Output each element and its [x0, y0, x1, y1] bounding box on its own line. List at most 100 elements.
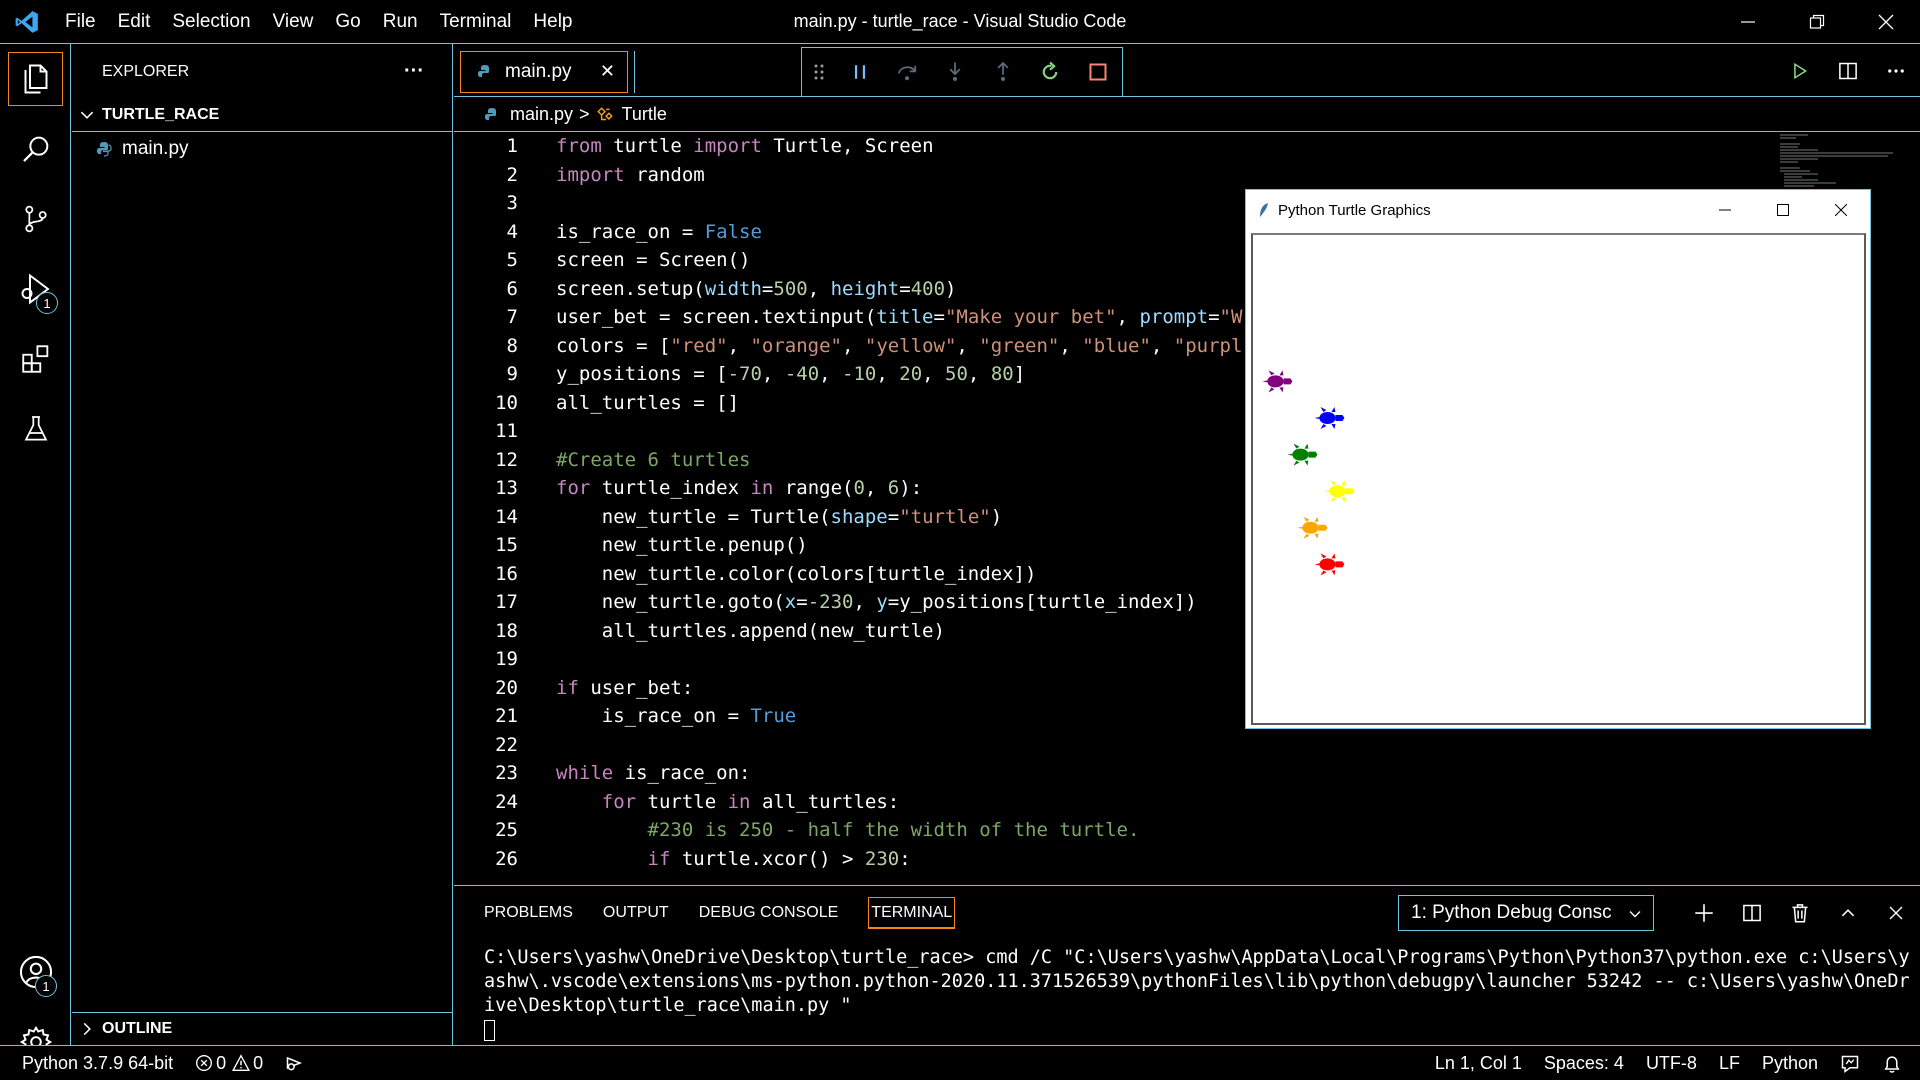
code-line: 7 user_bet = screen.textinput(title="Make… [506, 306, 1243, 328]
problems-status[interactable]: 0 0 [184, 1046, 274, 1080]
debug-badge: 1 [36, 292, 58, 314]
debug-drag-handle[interactable] [802, 48, 836, 96]
turtle-3 [1324, 480, 1355, 503]
maximize-panel-button[interactable] [1824, 886, 1872, 940]
explorer-activity[interactable] [0, 44, 71, 114]
debug-step-into-button[interactable] [931, 48, 979, 96]
breadcrumb: main.py > Turtle [454, 98, 1920, 132]
terminal-output-text: C:\Users\yashw\OneDrive\Desktop\turtle_r… [484, 947, 1910, 1016]
debug-pause-button[interactable] [836, 48, 884, 96]
code-line: 26 if turtle.xcor() > 230: [495, 847, 911, 870]
debug-stop-button[interactable] [1074, 48, 1122, 96]
run-debug-activity[interactable]: 1 [0, 254, 71, 324]
folder-section[interactable]: TURTLE_RACE [72, 99, 452, 132]
menu-selection[interactable]: Selection [161, 11, 261, 33]
symbol-class-icon [596, 106, 613, 120]
encoding-status[interactable]: UTF-8 [1635, 1046, 1708, 1080]
code-line: 1 from turtle import Turtle, Screen [506, 135, 934, 157]
outline-section[interactable]: OUTLINE [72, 1012, 452, 1045]
code-line: 24 for turtle in all_turtles: [495, 790, 900, 813]
feedback-button[interactable] [1829, 1046, 1871, 1080]
turtle-close-button[interactable] [1812, 190, 1870, 230]
error-icon [196, 1055, 213, 1071]
terminal-select[interactable]: 1: Python Debug Consc [1398, 895, 1654, 931]
python-interpreter[interactable]: Python 3.7.9 64-bit [0, 1046, 184, 1080]
debug-step-over-button[interactable] [883, 48, 931, 96]
menu-help[interactable]: Help [522, 11, 583, 33]
code-line: 15 new_turtle.penup() [495, 534, 808, 556]
turtle-window-titlebar: Python Turtle Graphics [1246, 190, 1870, 230]
menu-view[interactable]: View [262, 11, 325, 33]
stop-icon [1089, 63, 1107, 81]
search-activity[interactable] [0, 114, 71, 184]
language-mode[interactable]: Python [1751, 1046, 1829, 1080]
activity-bar: 1 1 [0, 44, 71, 1077]
code-line: 2 import random [506, 163, 705, 186]
debug-restart-button[interactable] [1027, 48, 1075, 96]
tab-problems[interactable]: PROBLEMS [484, 897, 573, 929]
code-line: 19 [495, 648, 518, 670]
search-icon [22, 136, 48, 162]
error-count: 0 [216, 1052, 227, 1073]
more-actions-button[interactable]: ··· [404, 60, 424, 83]
terminal-output[interactable]: C:\Users\yashw\OneDrive\Desktop\turtle_r… [484, 946, 1914, 1042]
code-line: 25 #230 is 250 - half the width of the t… [495, 819, 1140, 841]
accounts-activity[interactable]: 1 [0, 937, 71, 1007]
tab-main-py[interactable]: main.py ✕ [460, 51, 628, 93]
bell-icon [1884, 1055, 1900, 1073]
restore-button[interactable] [1782, 0, 1851, 44]
close-panel-button[interactable] [1872, 886, 1920, 940]
menu-run[interactable]: Run [372, 11, 429, 33]
warning-icon [232, 1054, 251, 1071]
live-share-status[interactable] [274, 1046, 316, 1080]
turtle-maximize-button[interactable] [1754, 190, 1812, 230]
restore-icon [1809, 14, 1824, 29]
indentation-status[interactable]: Spaces: 4 [1533, 1046, 1635, 1080]
cursor-position[interactable]: Ln 1, Col 1 [1424, 1046, 1533, 1080]
notifications-button[interactable] [1871, 1046, 1920, 1080]
code-line: 3 [506, 192, 518, 214]
tab-output[interactable]: OUTPUT [603, 897, 669, 929]
chevron-up-icon [1841, 909, 1855, 917]
menu-edit[interactable]: Edit [107, 11, 162, 33]
minimize-button[interactable] [1713, 0, 1782, 44]
file-main-py[interactable]: main.py [72, 132, 452, 166]
code-line: 22 [495, 733, 518, 756]
close-window-button[interactable] [1851, 0, 1920, 44]
terminal-select-value: 1: Python Debug Consc [1411, 902, 1612, 923]
extensions-activity[interactable] [0, 324, 71, 394]
menu-bar: File Edit Selection View Go Run Terminal… [54, 0, 584, 44]
menu-go[interactable]: Go [324, 11, 371, 33]
code-line: 10 all_turtles = [] [495, 391, 740, 414]
kill-terminal-button[interactable] [1776, 886, 1824, 940]
menu-file[interactable]: File [54, 11, 107, 33]
tab-terminal[interactable]: TERMINAL [868, 897, 956, 929]
debug-toolbar [801, 47, 1123, 97]
split-editor-icon [1839, 62, 1857, 79]
editor-more-button[interactable] [1872, 44, 1920, 97]
tab-debug-console[interactable]: DEBUG CONSOLE [699, 897, 839, 929]
breadcrumb-symbol[interactable]: Turtle [622, 104, 667, 125]
breadcrumb-file[interactable]: main.py [510, 104, 573, 125]
pause-icon [854, 65, 865, 79]
turtle-1 [1314, 407, 1345, 429]
turtle-minimize-button[interactable] [1696, 190, 1754, 230]
testing-activity[interactable] [0, 394, 71, 464]
source-control-activity[interactable] [0, 184, 71, 254]
files-icon [24, 64, 47, 94]
split-editor-button[interactable] [1824, 44, 1872, 97]
restart-icon [1043, 61, 1058, 80]
run-file-button[interactable] [1776, 44, 1824, 97]
eol-status[interactable]: LF [1708, 1046, 1751, 1080]
debug-step-out-button[interactable] [979, 48, 1027, 96]
step-out-icon [997, 61, 1009, 81]
close-icon [1878, 14, 1893, 30]
new-terminal-button[interactable] [1680, 886, 1728, 940]
source-control-icon [24, 205, 47, 233]
tab-close-button[interactable]: ✕ [600, 61, 615, 82]
split-terminal-button[interactable] [1728, 886, 1776, 940]
step-into-icon [949, 62, 961, 81]
code-line: 14 new_turtle = Turtle(shape="turtle") [495, 505, 1003, 528]
menu-terminal[interactable]: Terminal [429, 11, 523, 33]
turtle-canvas[interactable] [1251, 233, 1866, 725]
